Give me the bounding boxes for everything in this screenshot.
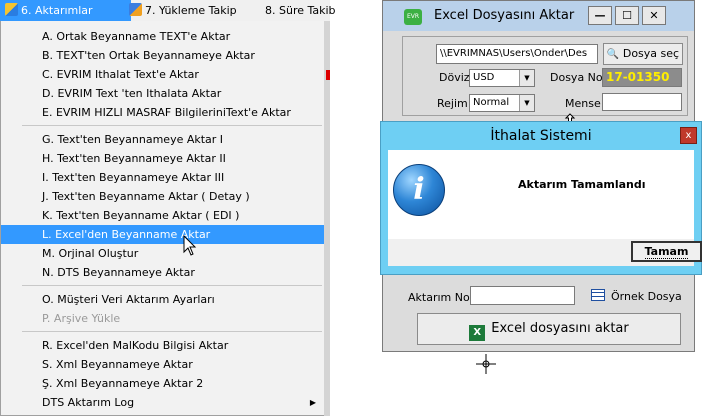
menu-yukleme-takip[interactable]: 7. Yükleme Takip: [124, 0, 242, 21]
menu-sure-takip[interactable]: 8. Süre Takib: [260, 0, 341, 21]
dosya-no-label: Dosya No: [550, 71, 603, 84]
menu-item-s[interactable]: S. Xml Beyannameye Aktar: [1, 355, 324, 374]
window-title: Excel Dosyasını Aktar: [434, 8, 575, 23]
ornek-dosya-link[interactable]: Örnek Dosya: [611, 290, 682, 303]
menu-aktarimlar[interactable]: 6. Aktarımlar: [0, 0, 131, 21]
menu-item-m[interactable]: M. Orjinal Oluştur: [1, 244, 324, 263]
menu-item-s-cedilla[interactable]: Ş. Xml Beyannameye Aktar 2: [1, 374, 324, 393]
menu-item-p-disabled: P. Arşive Yükle: [42, 312, 121, 325]
menu-item-k[interactable]: K. Text'ten Beyanname Aktar ( EDI ): [1, 206, 324, 225]
menu-item-dts-log[interactable]: DTS Aktarım Log ▶: [1, 393, 324, 412]
menu-separator: [22, 125, 322, 126]
doviz-label: Döviz: [439, 71, 470, 84]
dosya-sec-button[interactable]: 🔍 Dosya seç: [603, 43, 683, 65]
aktarim-no-label: Aktarım No: [408, 291, 470, 304]
close-button[interactable]: ✕: [642, 6, 666, 25]
chevron-down-icon: ▼: [519, 95, 534, 111]
loading-track-icon: [129, 3, 142, 16]
menu-item-d[interactable]: D. EVRIM Text 'ten Ithalata Aktar: [1, 84, 324, 103]
menu-item-e[interactable]: E. EVRIM HIZLI MASRAF BilgileriniText'e …: [1, 103, 324, 122]
chevron-down-icon: ▼: [519, 70, 534, 86]
mense-input[interactable]: [602, 93, 682, 111]
excel-icon: X: [469, 325, 486, 341]
aktarim-no-input[interactable]: [470, 286, 575, 305]
menu-item-b[interactable]: B. TEXT'ten Ortak Beyannameye Aktar: [1, 46, 324, 65]
menu-item-o[interactable]: O. Müşteri Veri Aktarım Ayarları: [1, 290, 324, 309]
file-path-input[interactable]: \\EVRIMNAS\Users\Onder\Des: [436, 44, 598, 64]
dosya-no-field: 17-01350: [602, 68, 682, 87]
menu-item-a[interactable]: A. Ortak Beyanname TEXT'e Aktar: [1, 27, 324, 46]
menu-item-i[interactable]: I. Text'ten Beyannameye Aktar III: [1, 168, 324, 187]
menu-separator: [22, 285, 322, 286]
rejim-label: Rejim: [437, 97, 468, 110]
dialog-close-button[interactable]: x: [680, 127, 697, 144]
rejim-select[interactable]: Normal ▼: [469, 94, 535, 112]
dialog-message: Aktarım Tamamlandı: [518, 178, 646, 191]
app-logo-icon: EVR: [404, 9, 422, 25]
menu-item-l[interactable]: L. Excel'den Beyanname Aktar: [1, 225, 324, 244]
maximize-button[interactable]: ☐: [615, 6, 639, 25]
background-window-edge: [324, 21, 330, 416]
crosshair-cursor-icon: [476, 354, 496, 374]
menu-item-h[interactable]: H. Text'ten Beyannameye Aktar II: [1, 149, 324, 168]
dialog-title: İthalat Sistemi: [490, 128, 592, 144]
submenu-arrow-icon: ▶: [309, 398, 316, 407]
transfer-icon: [5, 3, 18, 16]
excel-aktar-button[interactable]: X Excel dosyasını aktar: [417, 313, 681, 345]
menu-item-r[interactable]: R. Excel'den MalKodu Bilgisi Aktar: [1, 336, 324, 355]
mense-label: Mense: [565, 97, 601, 110]
menu-item-c[interactable]: C. EVRIM Ithalat Text'e Aktar: [1, 65, 324, 84]
tamam-button[interactable]: Tamam: [631, 241, 702, 262]
menu-item-g[interactable]: G. Text'ten Beyannameye Aktar I: [1, 130, 324, 149]
excel-import-titlebar: EVR Excel Dosyasını Aktar — ☐ ✕: [383, 1, 694, 31]
mouse-pointer-icon: [183, 235, 197, 256]
table-icon: [591, 289, 605, 301]
file-search-icon: 🔍: [606, 49, 620, 60]
info-icon-glyph: i: [413, 172, 425, 207]
minimize-button[interactable]: —: [588, 6, 612, 25]
menu-bar: 6. Aktarımlar 7. Yükleme Takip 8. Süre T…: [0, 0, 336, 22]
background-red-mark: [326, 70, 330, 80]
menu-separator: [22, 331, 322, 332]
menu-item-n[interactable]: N. DTS Beyannameye Aktar: [1, 263, 324, 282]
doviz-select[interactable]: USD ▼: [469, 69, 535, 87]
menu-item-j[interactable]: J. Text'ten Beyanname Aktar ( Detay ): [1, 187, 324, 206]
